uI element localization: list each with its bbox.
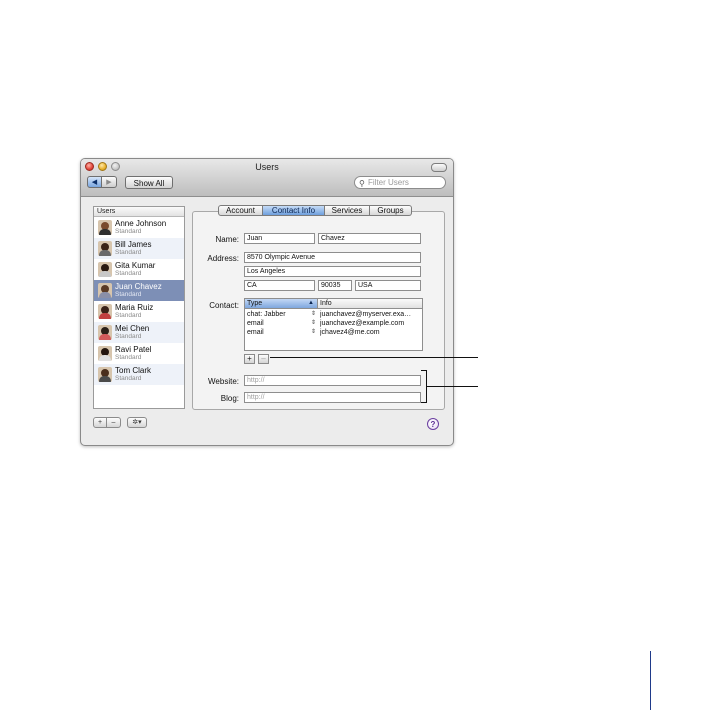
avatar [98,367,112,382]
avatar [98,304,112,319]
user-role: Standard [115,270,142,277]
avatar [98,325,112,340]
user-row-anne-johnson[interactable]: Anne Johnson Standard [94,217,184,238]
filter-users-search[interactable]: ⚲ Filter Users [354,176,446,189]
country-field[interactable]: USA [355,280,421,291]
tab-bar: Account Contact Info Services Groups [218,205,412,216]
contact-label: Contact: [209,301,239,310]
sort-ascending-icon: ▲ [308,300,314,306]
users-list[interactable]: Users Anne Johnson Standard Bill James S… [93,206,185,409]
table-row[interactable]: email ⇕ jchavez4@me.com [245,328,422,337]
street-field[interactable]: 8570 Olympic Avenue [244,252,421,263]
user-role: Standard [115,375,142,382]
callout-bracket-top [421,370,427,371]
gear-icon: ✲▾ [132,419,142,426]
remove-contact-button[interactable]: – [258,354,269,364]
table-row[interactable]: email ⇕ juanchavez@example.com [245,319,422,328]
user-role: Standard [115,228,142,235]
callout-line-add-remove [270,357,478,358]
avatar [98,283,112,298]
table-row[interactable]: chat: Jabber ⇕ juanchavez@myserver.exa… [245,310,422,319]
user-name: Ravi Patel [115,345,152,354]
user-row-bill-james[interactable]: Bill James Standard [94,238,184,259]
tab-contact-info[interactable]: Contact Info [263,205,325,216]
user-row-juan-chavez[interactable]: Juan Chavez Standard [94,280,184,301]
tab-services[interactable]: Services [325,205,370,216]
user-role: Standard [115,354,142,361]
user-role: Standard [115,291,142,298]
tab-groups[interactable]: Groups [370,205,412,216]
type-column-label: Type [247,300,263,307]
contact-type[interactable]: email [247,328,264,337]
contact-info[interactable]: jchavez4@me.com [320,328,420,337]
title-bar: Users ◀ ▶ Show All ⚲ Filter Users [81,159,453,197]
user-name: Gita Kumar [115,261,156,270]
avatar [98,262,112,277]
info-column-header[interactable]: Info [318,299,422,308]
user-row-ravi-patel[interactable]: Ravi Patel Standard [94,343,184,364]
avatar [98,220,112,235]
window-title: Users [255,162,279,172]
add-user-button[interactable]: + [93,417,107,428]
back-button[interactable]: ◀ [87,176,102,188]
zip-field[interactable]: 90035 [318,280,352,291]
users-list-header: Users [94,207,184,217]
contact-table[interactable]: Type ▲ Info chat: Jabber ⇕ juanchavez@my… [244,298,423,351]
show-all-button[interactable]: Show All [125,176,173,189]
user-role: Standard [115,333,142,340]
user-name: Bill James [115,240,152,249]
toolbar-toggle-button[interactable] [431,163,447,172]
user-role: Standard [115,312,142,319]
action-gear-button[interactable]: ✲▾ [127,417,147,428]
type-column-header[interactable]: Type ▲ [245,299,318,308]
page-edge-rule [650,651,651,710]
user-row-mei-chen[interactable]: Mei Chen Standard [94,322,184,343]
type-stepper-icon[interactable]: ⇕ [311,310,316,319]
search-placeholder: Filter Users [368,178,409,187]
contact-info[interactable]: juanchavez@example.com [320,319,420,328]
last-name-field[interactable]: Chavez [318,233,421,244]
first-name-field[interactable]: Juan [244,233,315,244]
contact-type[interactable]: chat: Jabber [247,310,286,319]
callout-line-website-blog [427,386,478,387]
search-icon: ⚲ [359,179,365,188]
avatar [98,241,112,256]
remove-user-button[interactable]: – [107,417,121,428]
name-label: Name: [215,235,239,244]
user-name: Juan Chavez [115,282,162,291]
users-window: Users ◀ ▶ Show All ⚲ Filter Users Users … [80,158,454,446]
user-name: Tom Clark [115,366,152,375]
add-contact-button[interactable]: + [244,354,255,364]
user-name: Maria Ruiz [115,303,154,312]
user-row-gita-kumar[interactable]: Gita Kumar Standard [94,259,184,280]
user-name: Anne Johnson [115,219,167,228]
type-stepper-icon[interactable]: ⇕ [311,328,316,337]
city-field[interactable]: Los Angeles [244,266,421,277]
blog-label: Blog: [220,394,239,403]
avatar [98,346,112,361]
blog-field[interactable]: http:// [244,392,421,403]
contact-type[interactable]: email [247,319,264,328]
user-row-tom-clark[interactable]: Tom Clark Standard [94,364,184,385]
callout-bracket-bottom [421,402,427,403]
tab-account[interactable]: Account [218,205,263,216]
website-label: Website: [208,377,239,386]
user-role: Standard [115,249,142,256]
user-row-maria-ruiz[interactable]: Maria Ruiz Standard [94,301,184,322]
user-name: Mei Chen [115,324,150,333]
type-stepper-icon[interactable]: ⇕ [311,319,316,328]
state-field[interactable]: CA [244,280,315,291]
contact-info[interactable]: juanchavez@myserver.exa… [320,310,420,319]
website-field[interactable]: http:// [244,375,421,386]
address-label: Address: [207,254,239,263]
contact-table-header: Type ▲ Info [245,299,422,309]
forward-button[interactable]: ▶ [102,176,117,188]
help-button[interactable]: ? [427,418,439,430]
